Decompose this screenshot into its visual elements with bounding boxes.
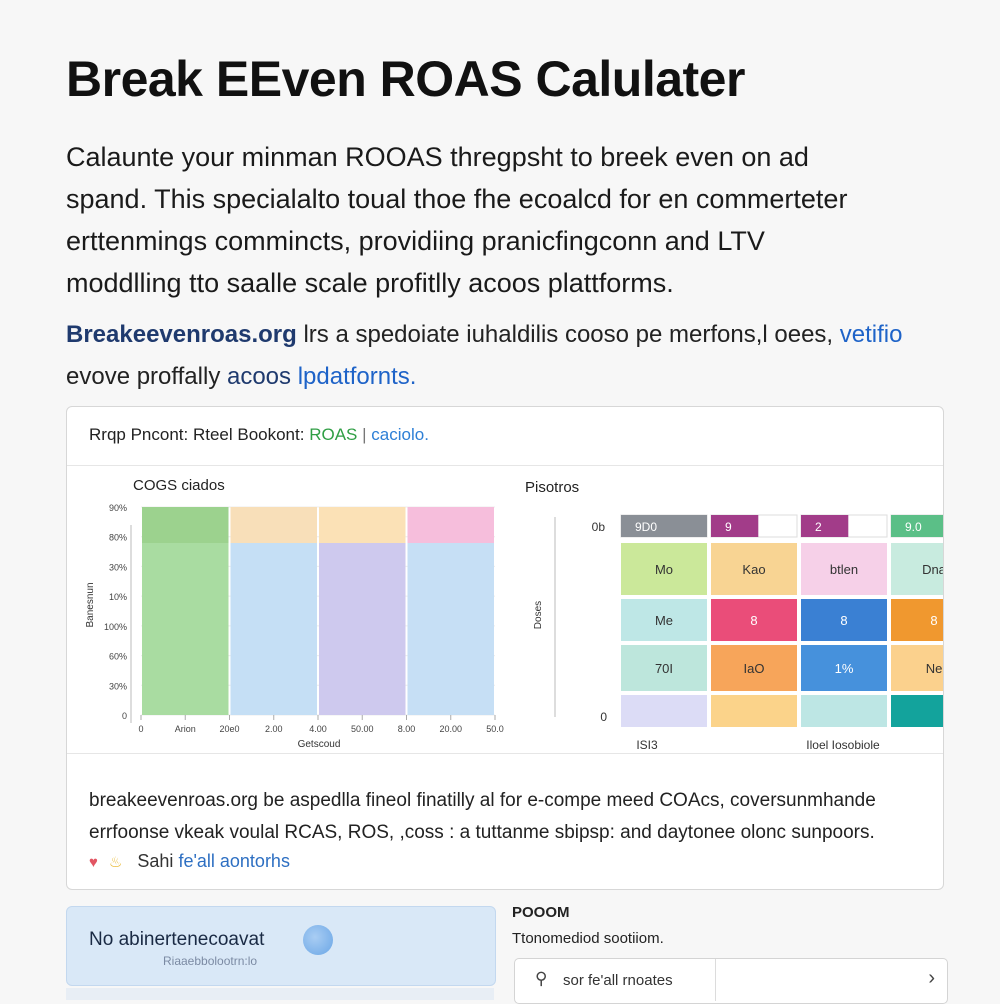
- bar: [230, 543, 317, 715]
- note-subtitle: Riaaebbolootrn:lo: [163, 954, 258, 968]
- x-tick-label: 0: [138, 724, 143, 734]
- lead-text: lrs a spedoiate iuhaldilis cooso pe merf…: [303, 321, 834, 348]
- lead-paragraph: Breakeevenroas.org lrs a spedoiate iuhal…: [66, 314, 916, 398]
- bell-icon[interactable]: ♨: [109, 854, 122, 871]
- divider: [67, 753, 943, 754]
- calculator-card: Rrqp Pncont: Rteel Bookont: ROAS | cacio…: [66, 406, 1000, 890]
- y-tick-label: 100%: [104, 622, 127, 632]
- cell-label: Ne: [926, 661, 943, 676]
- bar: [407, 543, 494, 715]
- heatmap-cell: [711, 695, 797, 727]
- cell-label: 1%: [835, 661, 854, 676]
- info-dot-icon[interactable]: [303, 925, 333, 955]
- header-label: 9D0: [635, 520, 657, 534]
- card-description: breakeevenroas.org be aspedlla fineol fi…: [89, 790, 876, 843]
- bar-top: [407, 507, 494, 543]
- heatmap-cell: [801, 695, 887, 727]
- header-separator: |: [362, 425, 367, 444]
- lead-text-2b: acoos: [226, 363, 292, 390]
- intro-paragraph: Calaunte your minman ROOAS thregpsht to …: [66, 142, 848, 298]
- x-tick-label: 4.00: [309, 724, 327, 734]
- cell-label: 8: [750, 613, 757, 628]
- side-subtitle: Ttonomediod sootiiom.: [512, 930, 664, 947]
- x-tick-label: 50.00: [351, 724, 374, 734]
- platforms-link[interactable]: lpdatfornts.: [298, 363, 417, 390]
- heatmap-cell: [891, 695, 977, 727]
- lead-text-2a: evove proffally: [66, 363, 221, 390]
- pisotros-chart-panel: Pisotros 9D0929.08 MoKaobtlenDnalbtMe888…: [507, 465, 1000, 755]
- chevron-right-icon[interactable]: ›: [928, 967, 935, 990]
- x-tick-label: 2.00: [265, 724, 283, 734]
- search-field[interactable]: ⚲ sor fe'all rnoates ›: [514, 958, 948, 1004]
- lead-link[interactable]: vetifio: [840, 321, 903, 348]
- x-axis-label-left: ISI3: [636, 738, 658, 752]
- x-tick-label: 50.0: [486, 724, 504, 734]
- cell-label: Dna: [922, 562, 943, 577]
- y-tick-label: 10%: [109, 592, 127, 602]
- cogs-chart-panel: COGS ciados 0 30% 60% 100% 10% 30% 80% 90% 0 Ari…: [67, 465, 507, 755]
- y-tick-label: 30%: [109, 562, 127, 572]
- bar-top: [230, 507, 317, 543]
- bar-top: [319, 507, 406, 543]
- share-link[interactable]: fe'all aontorhs: [178, 851, 290, 871]
- cell-label: Kao: [742, 562, 765, 577]
- header-link[interactable]: caciolo.: [371, 425, 429, 444]
- y-tick-label: 60%: [109, 652, 127, 662]
- card-footer: ♥ ♨ Sahi fe'all aontorhs: [89, 851, 290, 872]
- search-icon: ⚲: [535, 969, 548, 988]
- cell-label: 8: [930, 613, 937, 628]
- x-axis-label-right: Iloel Iosobiole: [806, 738, 880, 752]
- x-tick-label: 20e0: [219, 724, 239, 734]
- card-header-label: Rrqp Pncont: Rteel Bookont:: [89, 425, 305, 444]
- x-axis-label: Getscoud: [298, 739, 341, 750]
- y-tick-label: 30%: [109, 681, 127, 691]
- brand-link[interactable]: Breakeevenroas.org: [66, 321, 297, 348]
- page-title: Break EEven ROAS Calulater: [66, 51, 745, 107]
- bottom-strip: [66, 988, 494, 1000]
- bar: [319, 543, 406, 715]
- header-swatch: [711, 515, 759, 537]
- cell-label: IaO: [744, 661, 765, 676]
- y-tick-label: 0: [122, 711, 127, 721]
- card-header: Rrqp Pncont: Rteel Bookont: ROAS | cacio…: [89, 425, 429, 445]
- cell-label: btlen: [830, 562, 858, 577]
- search-label: sor fe'all rnoates: [563, 972, 673, 989]
- x-tick-label: 8.00: [398, 724, 416, 734]
- x-tick-label: Arion: [175, 724, 196, 734]
- y-tick-label: 90%: [109, 503, 127, 513]
- chart-title: Pisotros: [525, 479, 579, 496]
- side-title: POOOM: [512, 904, 570, 921]
- cell-label: 70I: [655, 661, 673, 676]
- y-axis-label: Banesnun: [85, 582, 96, 627]
- header-label: 9: [725, 520, 732, 534]
- y-tick-label: 0b: [592, 520, 606, 534]
- cell-label: 8: [840, 613, 847, 628]
- cogs-chart: COGS ciados 0 30% 60% 100% 10% 30% 80% 90% 0 Ari…: [85, 477, 504, 750]
- header-label: 9.0: [905, 520, 922, 534]
- heart-icon[interactable]: ♥: [89, 854, 98, 871]
- cell-label: Me: [655, 613, 673, 628]
- chart-title: COGS ciados: [133, 477, 225, 494]
- cell-label: Mo: [655, 562, 673, 577]
- pisotros-heatmap: Pisotros 9D0929.08 MoKaobtlenDnalbtMe888…: [525, 479, 1000, 752]
- y-axis-label: Doses: [533, 601, 544, 629]
- divider: [715, 959, 716, 1001]
- share-label: Sahi: [137, 851, 174, 871]
- heatmap-cell: [621, 695, 707, 727]
- header-swatch: [621, 515, 707, 537]
- bar-top: [142, 507, 229, 543]
- note-box[interactable]: No abinertenecoavat Riaaebbolootrn:lo: [66, 906, 496, 986]
- y-tick-label: 0: [600, 710, 607, 724]
- note-title: No abinertenecoavat: [89, 929, 265, 950]
- y-tick-label: 80%: [109, 533, 127, 543]
- roas-label: ROAS: [309, 425, 358, 444]
- bar: [142, 543, 229, 715]
- header-label: 2: [815, 520, 822, 534]
- x-tick-label: 20.00: [439, 724, 462, 734]
- header-swatch: [801, 515, 849, 537]
